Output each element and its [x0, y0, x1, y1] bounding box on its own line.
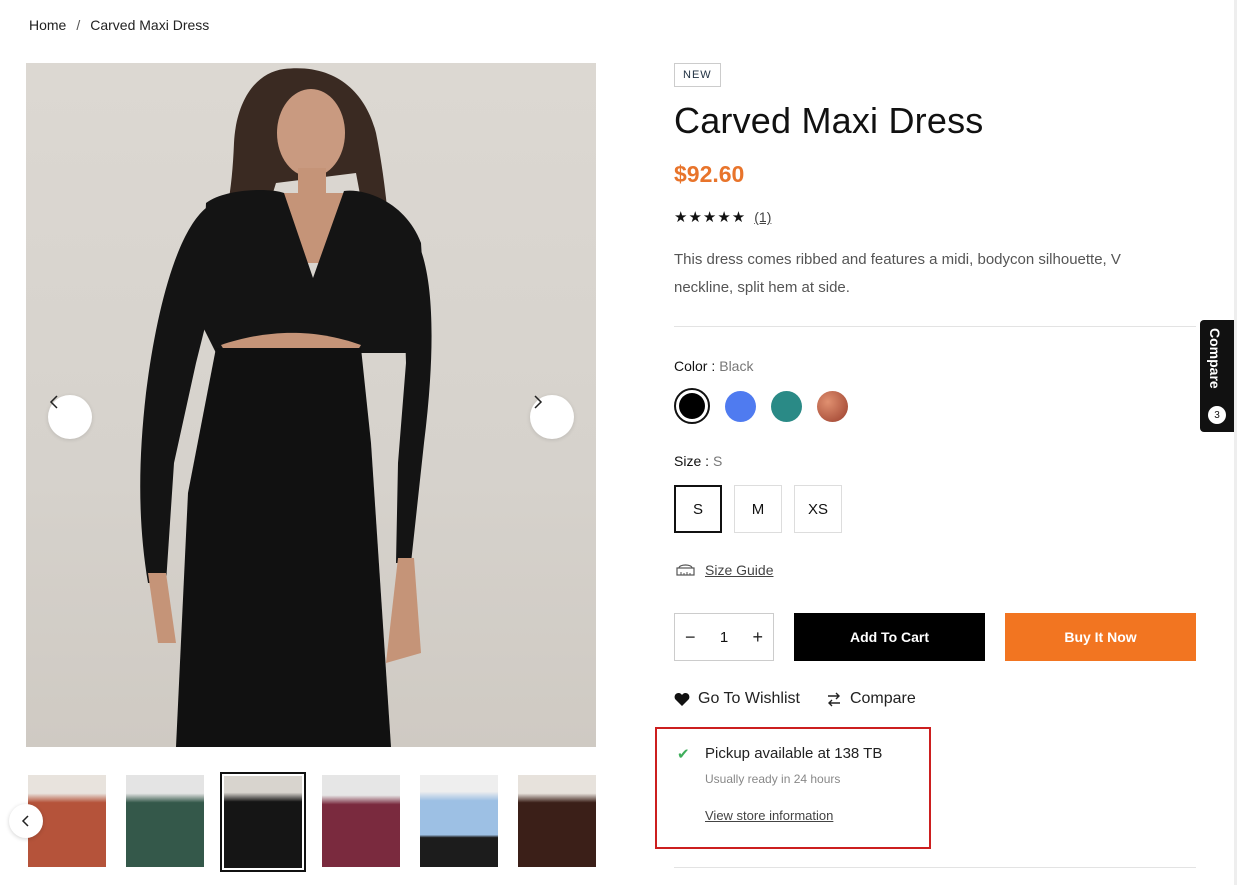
review-count-link[interactable]: (1)	[754, 209, 771, 225]
color-label: Color : Black	[674, 358, 753, 374]
ruler-icon	[676, 564, 695, 576]
swatch-black[interactable]	[674, 388, 710, 424]
product-title: Carved Maxi Dress	[674, 100, 984, 141]
heart-icon	[674, 692, 690, 706]
quantity-value[interactable]: 1	[720, 629, 728, 646]
compare-arrows-icon	[827, 692, 840, 706]
wishlist-label: Go To Wishlist	[698, 690, 800, 707]
wishlist-link[interactable]: Go To Wishlist	[674, 690, 800, 708]
breadcrumb-current: Carved Maxi Dress	[90, 17, 210, 33]
size-guide-label: Size Guide	[705, 562, 774, 578]
new-badge: NEW	[674, 63, 721, 87]
thumbnail-6[interactable]	[518, 775, 596, 867]
check-icon: ✔	[677, 746, 690, 763]
thumbnail-4[interactable]	[322, 775, 400, 867]
chevron-left-icon	[49, 395, 58, 409]
chevron-left-icon	[21, 815, 29, 827]
color-selected-value: Black	[719, 358, 754, 374]
compare-link[interactable]: Compare	[826, 690, 916, 708]
thumbnail-image	[420, 775, 498, 867]
size-option-xs[interactable]: XS	[794, 485, 842, 533]
compare-count-badge: 3	[1208, 406, 1226, 424]
image-prev-button[interactable]	[48, 395, 92, 439]
view-store-information-link[interactable]: View store information	[705, 808, 833, 823]
quantity-stepper: − 1 +	[674, 613, 774, 661]
pickup-title: Pickup available at 138 TB	[705, 745, 883, 762]
compare-tab-label: Compare	[1207, 328, 1223, 389]
divider	[674, 326, 1196, 327]
rating-stars: ★★★★★	[674, 209, 747, 226]
product-rating: ★★★★★ (1)	[674, 208, 771, 226]
color-swatches	[674, 388, 848, 424]
size-options: S M XS	[674, 485, 842, 533]
thumbnail-5[interactable]	[420, 775, 498, 867]
product-actions: Go To Wishlist Compare	[674, 690, 916, 708]
thumbnail-strip	[28, 772, 598, 872]
divider	[674, 867, 1196, 868]
thumbnail-3[interactable]	[220, 772, 306, 872]
swatch-teal[interactable]	[771, 390, 802, 422]
thumbnail-image	[224, 776, 302, 868]
thumbnail-prev-button[interactable]	[9, 804, 43, 838]
thumbnail-image	[322, 775, 400, 867]
size-option-s[interactable]: S	[674, 485, 722, 533]
breadcrumb: Home / Carved Maxi Dress	[29, 17, 209, 33]
thumbnail-image	[126, 775, 204, 867]
size-guide-link[interactable]: Size Guide	[676, 562, 773, 578]
pickup-subtitle: Usually ready in 24 hours	[705, 772, 841, 786]
size-label-text: Size :	[674, 453, 710, 469]
product-main-image	[26, 63, 596, 747]
thumbnail-image	[518, 775, 596, 867]
compare-side-tab[interactable]: Compare 3	[1200, 320, 1234, 432]
quantity-decrease-button[interactable]: −	[685, 627, 696, 648]
product-price: $92.60	[674, 161, 745, 187]
breadcrumb-home[interactable]: Home	[29, 17, 66, 33]
swatch-copper[interactable]	[817, 390, 848, 422]
thumbnail-2[interactable]	[126, 775, 204, 867]
chevron-right-icon	[534, 395, 543, 409]
product-description: This dress comes ribbed and features a m…	[674, 251, 1121, 296]
size-option-m[interactable]: M	[734, 485, 782, 533]
breadcrumb-separator: /	[76, 17, 81, 33]
quantity-increase-button[interactable]: +	[752, 627, 763, 648]
size-selected-value: S	[713, 453, 723, 469]
color-label-text: Color :	[674, 358, 716, 374]
compare-label: Compare	[849, 690, 916, 707]
size-label: Size :S	[674, 453, 722, 469]
image-next-button[interactable]	[530, 395, 574, 439]
buy-it-now-button[interactable]: Buy It Now	[1005, 613, 1196, 661]
add-to-cart-button[interactable]: Add To Cart	[794, 613, 985, 661]
swatch-blue[interactable]	[725, 390, 756, 422]
